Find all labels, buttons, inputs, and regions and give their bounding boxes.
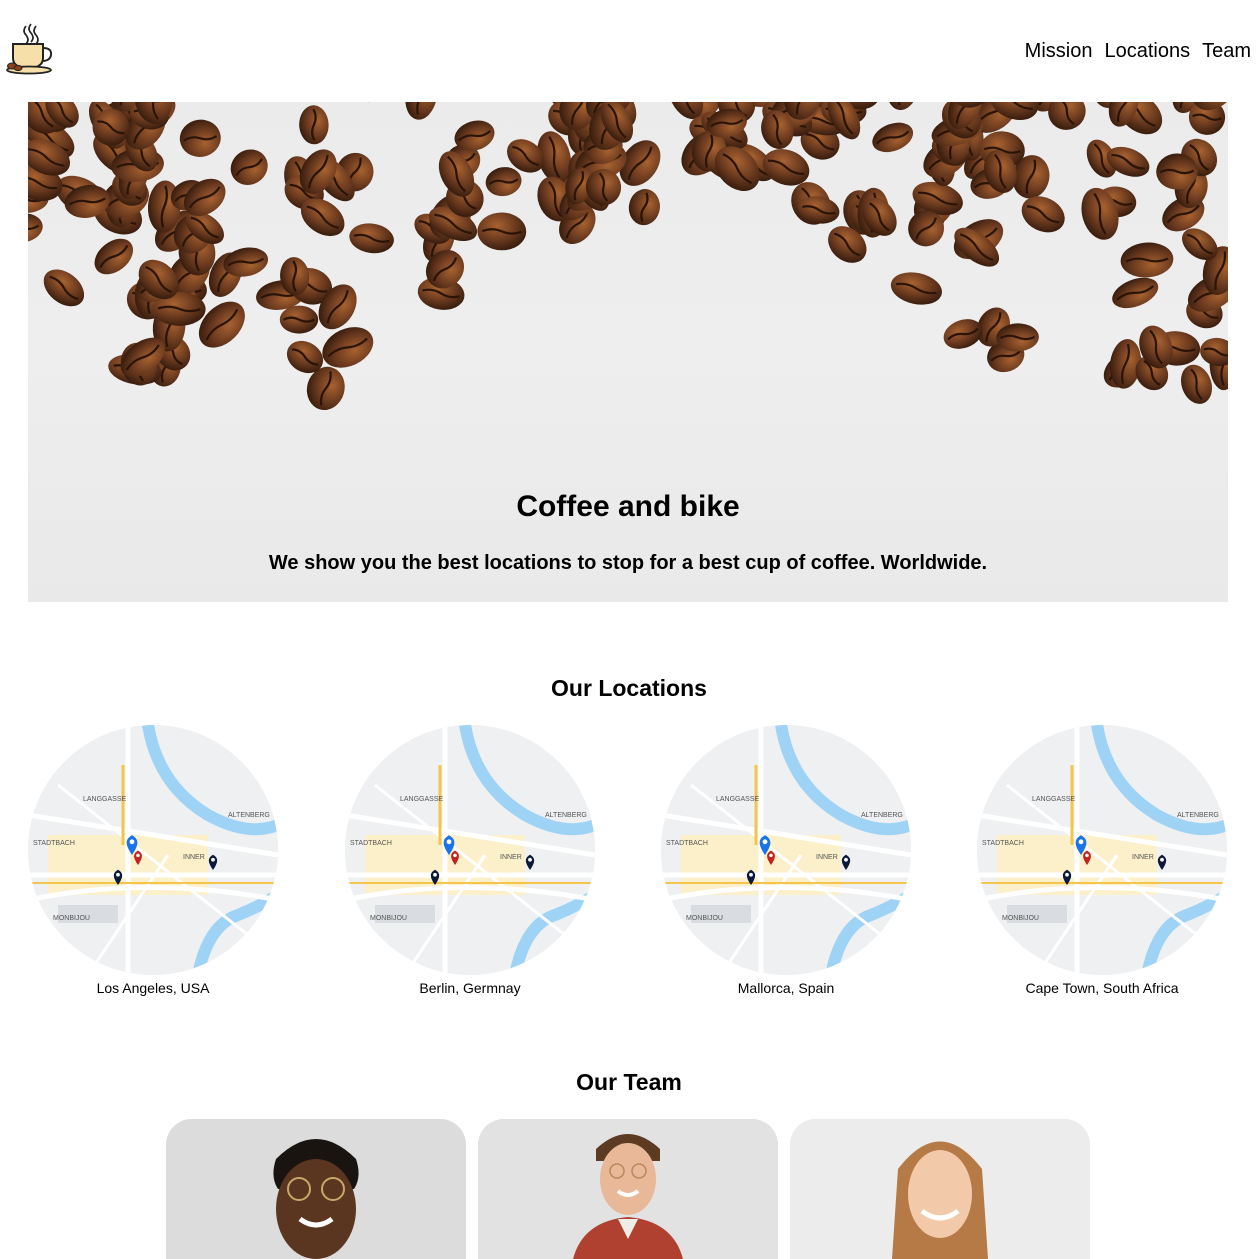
location-card-berlin: LANGGASSE ALTENBERG STADTBACH INNER MONBIJOU… [345, 725, 595, 996]
svg-text:LANGGASSE: LANGGASSE [400, 796, 444, 803]
svg-text:ALTENBERG: ALTENBERG [1177, 812, 1219, 819]
location-caption: Los Angeles, USA [96, 980, 210, 996]
team-member-photo[interactable] [478, 1119, 778, 1259]
location-caption: Mallorca, Spain [737, 980, 835, 996]
locations-section-title: Our Locations [551, 675, 707, 701]
location-caption: Cape Town, South Africa [1025, 980, 1179, 996]
location-card-los-angeles: LANGGASSE ALTENBERG STADTBACH INNER MONBIJOU… [28, 725, 278, 996]
location-map-mallorca[interactable]: LANGGASSE ALTENBERG STADTBACH INNER MONBIJOU [661, 725, 911, 975]
svg-text:INNER: INNER [1132, 854, 1154, 861]
coffee-cup-logo-icon[interactable] [4, 22, 54, 76]
location-map-berlin[interactable]: LANGGASSE ALTENBERG STADTBACH INNER MONBIJOU [345, 725, 595, 975]
svg-text:STADTBACH: STADTBACH [982, 840, 1024, 847]
svg-text:MONBIJOU: MONBIJOU [370, 915, 407, 922]
svg-text:INNER: INNER [500, 854, 522, 861]
svg-text:LANGGASSE: LANGGASSE [83, 796, 127, 803]
location-map-los-angeles[interactable]: LANGGASSE ALTENBERG STADTBACH INNER MONBIJOU [28, 725, 278, 975]
svg-text:INNER: INNER [183, 854, 205, 861]
team-member-photo[interactable] [790, 1119, 1090, 1259]
svg-text:INNER: INNER [816, 854, 838, 861]
hero-banner: Coffee and bike We show you the best loc… [28, 102, 1228, 602]
svg-text:STADTBACH: STADTBACH [666, 840, 708, 847]
svg-text:ALTENBERG: ALTENBERG [545, 812, 587, 819]
nav-link-mission[interactable]: Mission [1025, 40, 1093, 63]
team-section-title: Our Team [576, 1069, 682, 1095]
svg-text:MONBIJOU: MONBIJOU [1002, 915, 1039, 922]
team-member-photo[interactable] [166, 1119, 466, 1259]
nav-link-locations[interactable]: Locations [1104, 40, 1190, 63]
nav-link-team[interactable]: Team [1202, 40, 1251, 63]
hero-subtitle: We show you the best locations to stop f… [268, 552, 988, 574]
main-nav: Mission Locations Team [1025, 40, 1251, 63]
hero-title: Coffee and bike [516, 490, 740, 523]
svg-text:MONBIJOU: MONBIJOU [686, 915, 723, 922]
location-card-mallorca: LANGGASSE ALTENBERG STADTBACH INNER MONBIJOU… [661, 725, 911, 996]
location-card-cape-town: LANGGASSE ALTENBERG STADTBACH INNER MONBIJOU… [977, 725, 1227, 996]
svg-text:ALTENBERG: ALTENBERG [861, 812, 903, 819]
svg-text:STADTBACH: STADTBACH [33, 840, 75, 847]
location-caption: Berlin, Germnay [419, 980, 521, 996]
svg-text:ALTENBERG: ALTENBERG [228, 812, 270, 819]
svg-text:MONBIJOU: MONBIJOU [53, 915, 90, 922]
svg-text:LANGGASSE: LANGGASSE [716, 796, 760, 803]
site-header: Mission Locations Team [0, 0, 1258, 100]
svg-text:LANGGASSE: LANGGASSE [1032, 796, 1076, 803]
svg-text:STADTBACH: STADTBACH [350, 840, 392, 847]
coffee-beans-image [28, 102, 1228, 411]
location-map-cape-town[interactable]: LANGGASSE ALTENBERG STADTBACH INNER MONBIJOU [977, 725, 1227, 975]
